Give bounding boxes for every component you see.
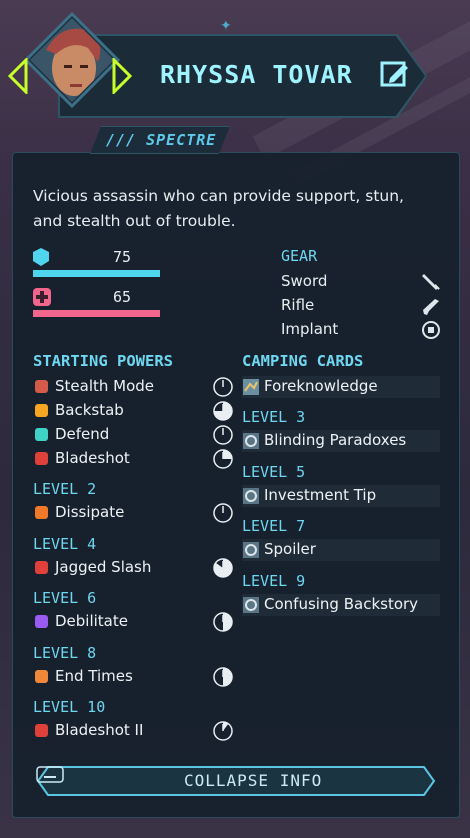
class-label: /// SPECTRE [106, 131, 217, 149]
portrait [22, 10, 122, 140]
rifle-icon [423, 299, 439, 315]
camping-cards-title: CAMPING CARDS [242, 352, 364, 370]
power-item[interactable]: Jagged Slash [33, 557, 233, 579]
card-label: Blinding Paradoxes [264, 431, 407, 449]
cooldown-icon [213, 503, 233, 523]
card-level-title: LEVEL 7 [242, 517, 306, 535]
cooldown-icon [213, 558, 233, 578]
power-label: Defend [55, 425, 110, 443]
power-item[interactable]: Dissipate [33, 502, 233, 524]
cooldown-icon [213, 721, 233, 741]
power-level-title: LEVEL 6 [33, 589, 97, 607]
power-item[interactable]: End Times [33, 666, 233, 688]
power-item[interactable]: Bladeshot [33, 448, 233, 470]
card-level-title: LEVEL 5 [242, 463, 306, 481]
dissipate-icon [35, 506, 48, 519]
shield-icon [33, 248, 49, 266]
keyboard-icon [36, 766, 64, 783]
gear-item-sword[interactable]: Sword [281, 272, 441, 294]
card-icon [243, 488, 259, 504]
bladeshot-icon [35, 724, 48, 737]
power-item[interactable]: Stealth Mode [33, 376, 233, 398]
card-level-title: LEVEL 3 [242, 408, 306, 426]
backstab-icon [35, 404, 48, 417]
cooldown-icon [213, 449, 233, 469]
cooldown-icon [213, 667, 233, 687]
shield-bar [33, 270, 160, 277]
power-level-title: LEVEL 10 [33, 698, 106, 716]
card-label: Spoiler [264, 540, 316, 558]
power-label: Dissipate [55, 503, 125, 521]
camping-card[interactable]: Investment Tip [242, 485, 440, 507]
sword-icon [422, 274, 440, 290]
card-level-title: LEVEL 9 [242, 572, 306, 590]
camping-card[interactable]: Blinding Paradoxes [242, 430, 440, 452]
gear-item-label: Implant [281, 320, 339, 338]
power-item[interactable]: Debilitate [33, 611, 233, 633]
power-label: Bladeshot II [55, 721, 144, 739]
card-icon [243, 597, 259, 613]
power-label: Bladeshot [55, 449, 130, 467]
gear-title: GEAR [281, 247, 318, 265]
card-icon [243, 433, 259, 449]
power-item[interactable]: Bladeshot II [33, 720, 233, 742]
health-value: 65 [113, 288, 132, 306]
cooldown-icon [213, 377, 233, 397]
portrait-next-arrow[interactable] [112, 56, 133, 96]
power-label: Backstab [55, 401, 124, 419]
shield-value: 75 [113, 248, 132, 266]
card-label: Confusing Backstory [264, 595, 419, 613]
card-icon [243, 542, 259, 558]
card-label: Investment Tip [264, 486, 377, 504]
camping-card[interactable]: Confusing Backstory [242, 594, 440, 616]
power-level-title: LEVEL 8 [33, 644, 97, 662]
power-item[interactable]: Defend [33, 424, 233, 446]
gear-item-rifle[interactable]: Rifle [281, 296, 441, 318]
cooldown-icon [213, 612, 233, 632]
card-label: Foreknowledge [264, 377, 378, 395]
health-bar [33, 310, 160, 317]
gear-item-label: Sword [281, 272, 328, 290]
cooldown-icon [213, 401, 233, 421]
end-times-icon [35, 670, 48, 683]
stealth-icon [35, 380, 48, 393]
power-level-title: LEVEL 4 [33, 535, 97, 553]
implant-icon [422, 321, 440, 339]
power-label: End Times [55, 667, 133, 685]
health-icon [33, 288, 51, 306]
gear-item-label: Rifle [281, 296, 315, 314]
cooldown-icon [213, 425, 233, 445]
header-decoration-icon: ✦ [220, 18, 232, 34]
power-level-title: LEVEL 2 [33, 480, 97, 498]
power-label: Stealth Mode [55, 377, 155, 395]
power-item[interactable]: Backstab [33, 400, 233, 422]
bladeshot-icon [35, 452, 48, 465]
gear-item-implant[interactable]: Implant [281, 320, 441, 342]
health-stat: 65 [33, 288, 163, 318]
character-description: Vicious assassin who can provide support… [33, 187, 404, 230]
camping-card[interactable]: Spoiler [242, 539, 440, 561]
collapse-info-label: COLLAPSE INFO [184, 771, 323, 790]
edit-icon[interactable] [380, 60, 410, 88]
collapse-info-button[interactable]: COLLAPSE INFO [36, 766, 436, 796]
starting-powers-title: STARTING POWERS [33, 352, 173, 370]
power-label: Jagged Slash [55, 558, 152, 576]
portrait-prev-arrow[interactable] [7, 56, 28, 96]
character-name: RHYSSA TOVAR [160, 60, 353, 89]
shield-stat: 75 [33, 248, 163, 278]
debilitate-icon [35, 615, 48, 628]
card-icon [243, 379, 259, 395]
camping-card-starting[interactable]: Foreknowledge [242, 376, 440, 398]
jagged-slash-icon [35, 561, 48, 574]
power-label: Debilitate [55, 612, 128, 630]
defend-icon [35, 428, 48, 441]
